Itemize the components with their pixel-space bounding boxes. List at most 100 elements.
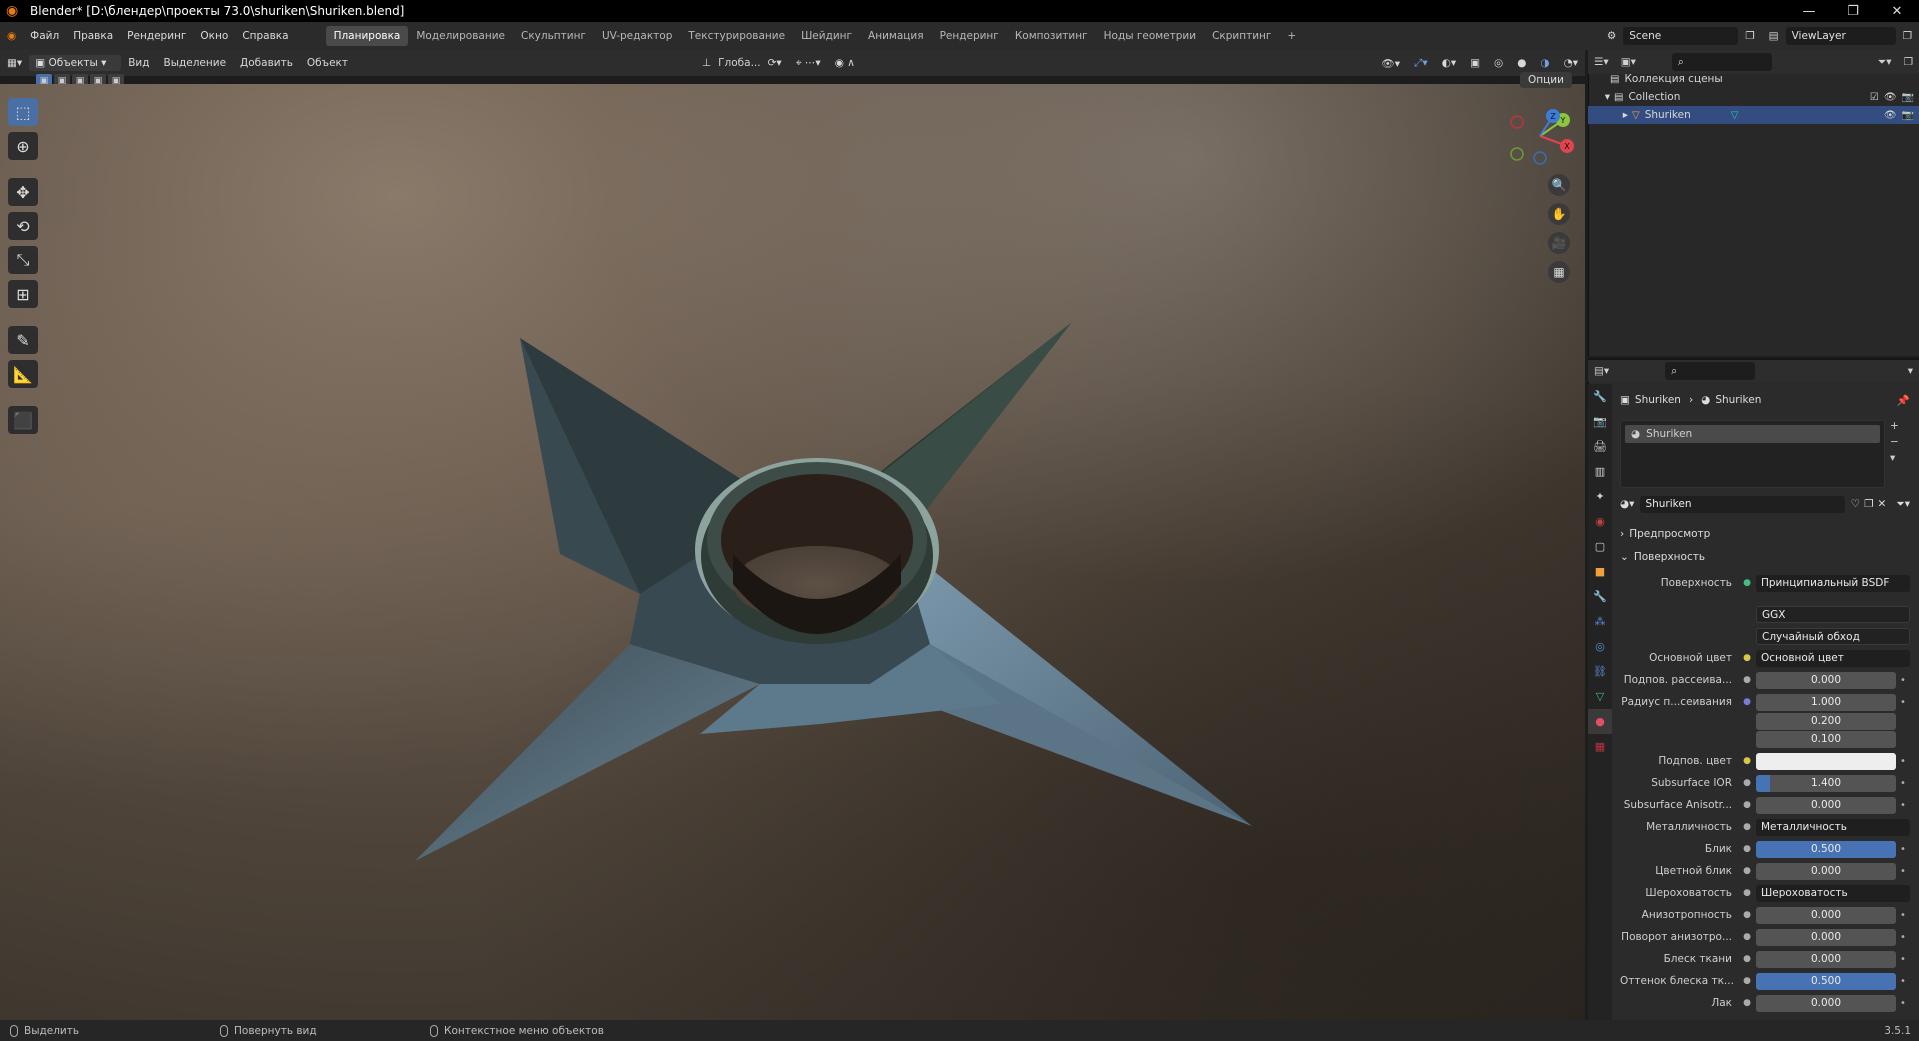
editor-type-icon[interactable]: ▦▾ <box>0 57 29 69</box>
new-scene-icon[interactable]: ❐ <box>1738 30 1761 42</box>
keyframe-icon[interactable]: • <box>1896 778 1910 789</box>
camera-icon[interactable]: 🎥 <box>1548 232 1570 254</box>
keyframe-icon[interactable]: • <box>1896 976 1910 987</box>
keyframe-icon[interactable]: • <box>1896 866 1910 877</box>
orientation-selector[interactable]: Глоба... <box>718 57 760 69</box>
shading-rendered-icon[interactable]: ◔▾ <box>1557 57 1585 69</box>
unlink-material-icon[interactable]: ✕ <box>1878 498 1887 510</box>
view-layer-tab-icon[interactable]: ▥ <box>1588 459 1612 484</box>
properties-options-icon[interactable]: ▾ <box>1902 365 1919 377</box>
outliner-search-input[interactable]: ⌕ <box>1671 53 1772 71</box>
move-icon[interactable]: ✥ <box>8 178 38 206</box>
menu-window[interactable]: Окно <box>193 30 235 42</box>
tab-rendering[interactable]: Рендеринг <box>932 26 1007 46</box>
menu-object[interactable]: Объект <box>300 57 355 69</box>
tab-uv-editing[interactable]: UV-редактор <box>594 26 680 46</box>
keyframe-icon[interactable]: • <box>1896 998 1910 1009</box>
distribution-dropdown[interactable]: GGX <box>1756 605 1910 623</box>
menu-add[interactable]: Добавить <box>233 57 300 69</box>
zoom-icon[interactable]: 🔍 <box>1548 174 1570 196</box>
annotate-icon[interactable]: ✎ <box>8 326 38 354</box>
material-browse-icon[interactable]: ◕▾ <box>1620 498 1634 510</box>
object-tab-icon[interactable]: ■ <box>1588 559 1612 584</box>
select-box-icon[interactable]: ⬚ <box>8 98 38 126</box>
subsurface-field[interactable]: 0.000 <box>1756 671 1896 689</box>
expand-arrow-icon[interactable]: ▾ <box>1588 91 1614 103</box>
menu-edit[interactable]: Правка <box>66 30 120 42</box>
outliner-scene-collection[interactable]: ▤ Коллекция сцены <box>1588 70 1919 88</box>
duplicate-material-icon[interactable]: ❐ <box>1864 498 1873 510</box>
pin-icon[interactable]: 📌 <box>1897 394 1910 407</box>
options-dropdown[interactable]: Опции <box>1520 72 1572 88</box>
keyframe-icon[interactable]: • <box>1896 844 1910 855</box>
material-slot-list[interactable]: ◕ Shuriken <box>1620 420 1885 488</box>
subsurface-radius-y[interactable]: 0.200 <box>1756 712 1896 730</box>
specular-field[interactable]: 0.500 <box>1756 840 1896 858</box>
add-cube-icon[interactable]: ⬛ <box>8 406 38 434</box>
collection-tab-icon[interactable]: ▢ <box>1588 534 1612 559</box>
subsurface-ior-field[interactable]: 1.400 <box>1756 774 1896 792</box>
keyframe-icon[interactable]: • <box>1896 800 1910 811</box>
properties-editor-icon[interactable]: ▤▾ <box>1588 365 1615 377</box>
shading-material-icon[interactable]: ◑ <box>1533 57 1556 69</box>
expand-arrow-icon[interactable]: ▸ <box>1588 109 1632 121</box>
keyframe-icon[interactable]: • <box>1896 756 1910 767</box>
checkbox-icon[interactable]: ☑ <box>1870 92 1879 103</box>
texture-tab-icon[interactable]: ▦ <box>1588 734 1612 759</box>
particles-tab-icon[interactable]: ⁂ <box>1588 609 1612 634</box>
eye-icon[interactable]: 👁 <box>1884 92 1897 103</box>
snap-icon[interactable]: ⌖ ⋯▾ <box>789 57 828 70</box>
keyframe-icon[interactable]: • <box>1896 675 1910 686</box>
tab-geometry-nodes[interactable]: Ноды геометрии <box>1096 26 1204 46</box>
menu-view[interactable]: Вид <box>121 57 156 69</box>
tool-tab-icon[interactable]: 🔧 <box>1588 384 1612 409</box>
shading-solid-icon[interactable]: ● <box>1510 57 1533 69</box>
measure-icon[interactable]: 📐 <box>8 360 38 388</box>
anisotropic-field[interactable]: 0.000 <box>1756 906 1896 924</box>
view-layer-icon[interactable]: ▤ <box>1762 30 1786 42</box>
gizmo-toggle-icon[interactable]: ⤢▾ <box>1407 57 1435 70</box>
material-name-field[interactable]: Shuriken <box>1640 495 1845 513</box>
close-button[interactable]: ✕ <box>1875 4 1919 19</box>
3d-viewport[interactable] <box>0 84 1585 1020</box>
base-color-field[interactable]: Основной цвет <box>1756 649 1910 667</box>
subsurface-color-swatch[interactable] <box>1756 752 1896 770</box>
surface-section-header[interactable]: ⌄ Поверхность <box>1620 547 1910 567</box>
filter-icon[interactable]: ⏷▾ <box>1872 56 1898 69</box>
subsurface-method-dropdown[interactable]: Случайный обход <box>1756 627 1910 645</box>
maximize-button[interactable]: ❐ <box>1831 4 1875 19</box>
surface-shader-field[interactable]: Принципиальный BSDF <box>1756 574 1910 592</box>
scene-selector[interactable]: Scene <box>1623 27 1739 45</box>
navigation-gizmo[interactable]: Y Z X <box>1505 108 1575 168</box>
sheen-tint-field[interactable]: 0.500 <box>1756 972 1896 990</box>
tab-animation[interactable]: Анимация <box>860 26 932 46</box>
data-tab-icon[interactable]: ▽ <box>1588 684 1612 709</box>
tab-scripting[interactable]: Скриптинг <box>1204 26 1279 46</box>
menu-help[interactable]: Справка <box>235 30 295 42</box>
blender-menu-icon[interactable]: ◉ <box>0 30 23 42</box>
preview-section-header[interactable]: › Предпросмотр <box>1620 524 1910 544</box>
new-view-layer-icon[interactable]: ❐ <box>1896 30 1919 42</box>
keyframe-icon[interactable]: • <box>1896 697 1910 708</box>
fake-user-icon[interactable]: ♡ <box>1851 498 1860 510</box>
rotate-icon[interactable]: ⟲ <box>8 212 38 240</box>
tab-texture-paint[interactable]: Текстурирование <box>680 26 793 46</box>
render-camera-icon[interactable]: 📷 <box>1902 92 1914 103</box>
cursor-icon[interactable]: ⊕ <box>8 132 38 160</box>
minimize-button[interactable]: — <box>1787 4 1831 19</box>
specular-tint-field[interactable]: 0.000 <box>1756 862 1896 880</box>
sheen-field[interactable]: 0.000 <box>1756 950 1896 968</box>
subsurface-radius-x[interactable]: 1.000 <box>1756 693 1896 711</box>
display-mode-icon[interactable]: ▣▾ <box>1615 56 1642 68</box>
subsurface-aniso-field[interactable]: 0.000 <box>1756 796 1896 814</box>
pivot-icon[interactable]: ⟳▾ <box>761 57 789 69</box>
tab-shading[interactable]: Шейдинг <box>793 26 860 46</box>
modifier-tab-icon[interactable]: 🔧 <box>1588 584 1612 609</box>
shuriken-model[interactable] <box>0 84 1585 1020</box>
tab-compositing[interactable]: Композитинг <box>1007 26 1096 46</box>
outliner-collection[interactable]: ▾ ▤ Collection ☑ 👁 📷 <box>1588 88 1919 106</box>
render-tab-icon[interactable]: 📷 <box>1588 409 1612 434</box>
material-tab-icon[interactable]: ● <box>1588 709 1612 734</box>
transform-orientation-icon[interactable]: ⊥ <box>695 57 718 69</box>
menu-select[interactable]: Выделение <box>157 57 234 69</box>
